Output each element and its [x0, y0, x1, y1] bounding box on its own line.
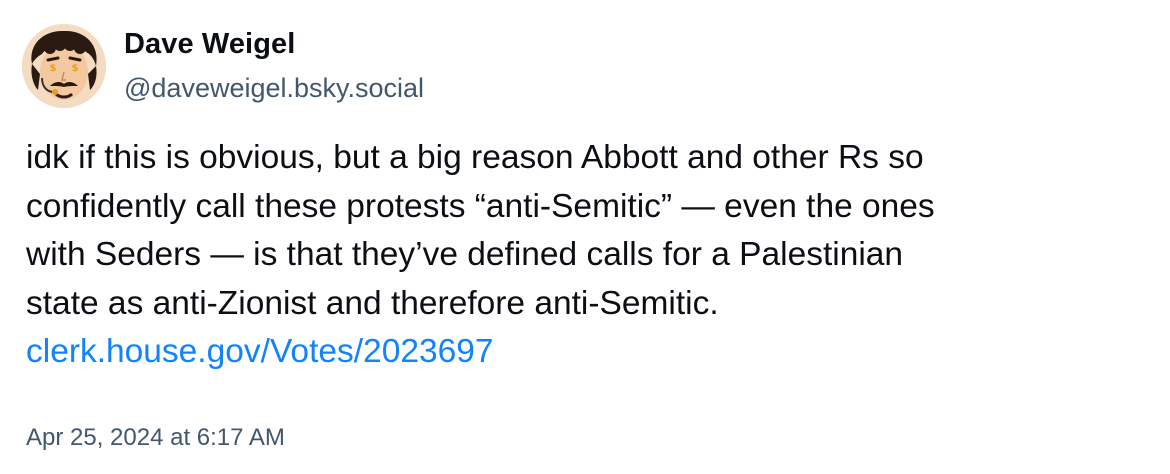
post-text: idk if this is obvious, but a big reason…: [26, 134, 1156, 328]
author-display-name[interactable]: Dave Weigel: [124, 28, 295, 61]
post-text-line: idk if this is obvious, but a big reason…: [26, 139, 924, 176]
author-handle[interactable]: @daveweigel.bsky.social: [124, 73, 424, 104]
post-text-line: state as anti-Zionist and therefore anti…: [26, 284, 719, 322]
post-link[interactable]: clerk.house.gov/Votes/2023697: [26, 328, 493, 376]
avatar[interactable]: $ $: [22, 24, 106, 108]
svg-text:$: $: [50, 63, 57, 74]
post-card: $ $ Dave Weigel @daveweigel.bsky.social …: [0, 0, 1170, 474]
post-text-line: confidently call these protests “anti-Se…: [26, 187, 935, 225]
post-text-line: with Seders — is that they’ve defined ca…: [26, 236, 904, 273]
svg-text:$: $: [72, 63, 79, 74]
cartoon-face-avatar-icon: $ $: [22, 24, 106, 108]
post-timestamp[interactable]: Apr 25, 2024 at 6:17 AM: [26, 424, 285, 452]
